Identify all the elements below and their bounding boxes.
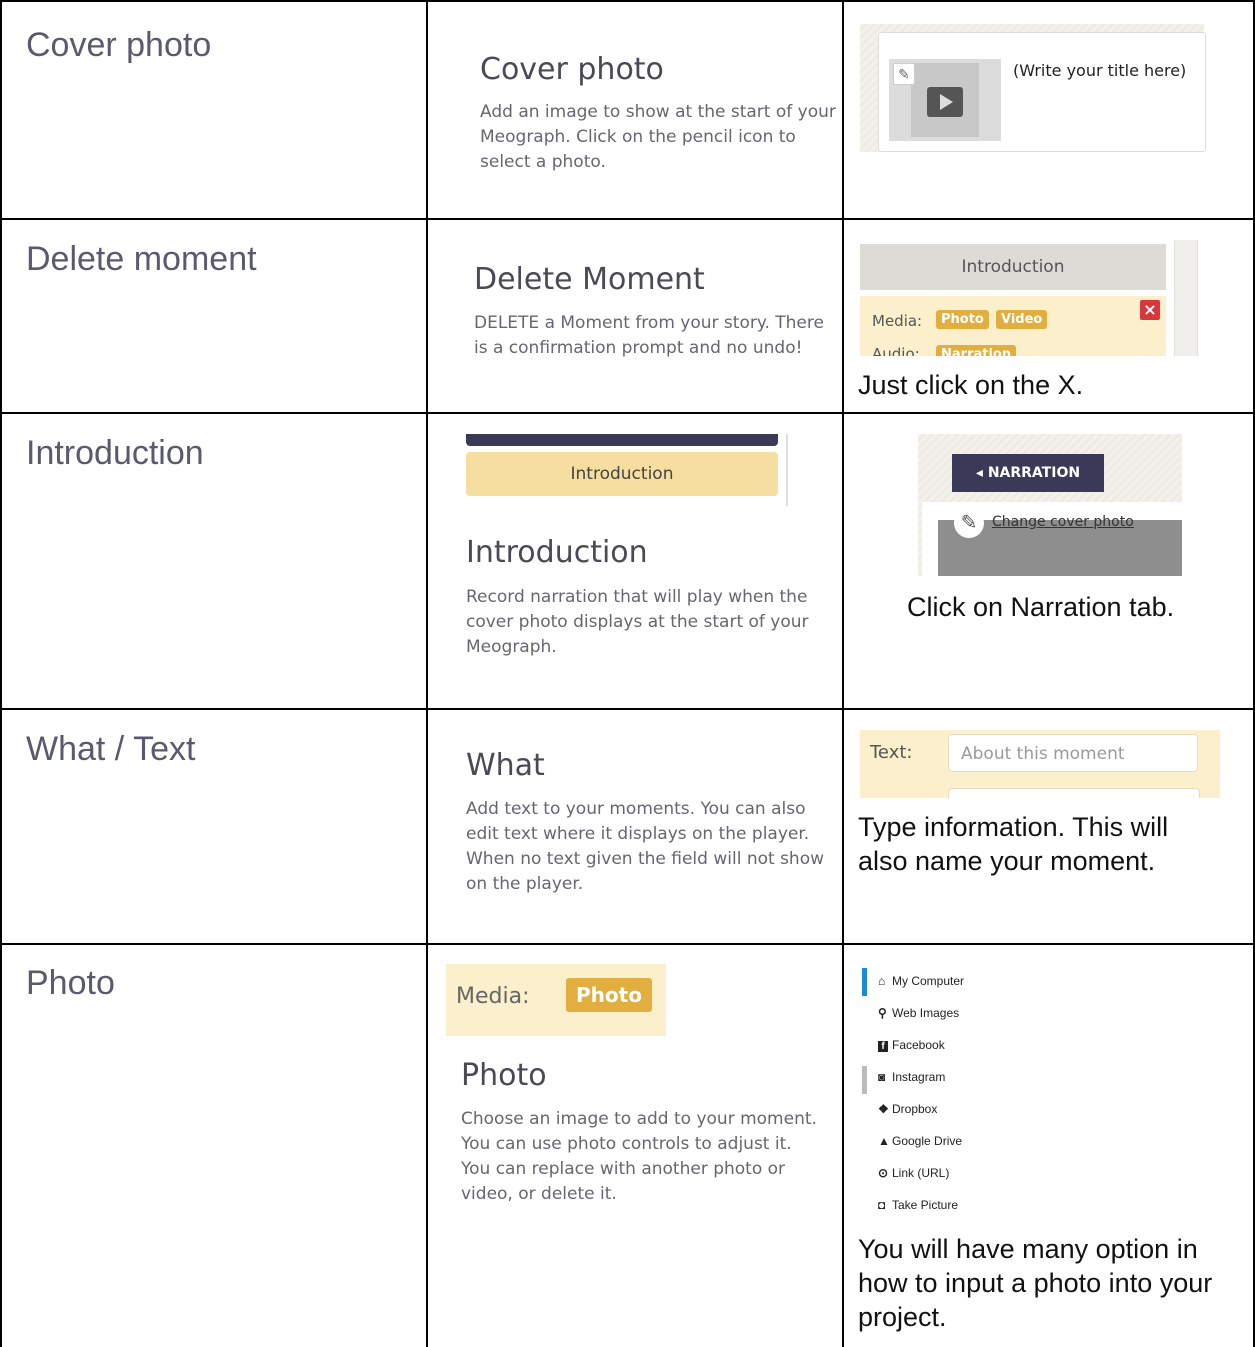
delete-moment-description: DELETE a Moment from your story. There i… xyxy=(474,313,824,358)
cover-photo-description: Add an image to show at the start of you… xyxy=(480,102,836,172)
audio-label: Audio: xyxy=(872,345,920,356)
delete-moment-title: Delete Moment xyxy=(474,262,705,297)
narration-tab-screenshot: ◂ NARRATION ✎ Change cover photo xyxy=(918,434,1182,576)
facebook-icon: f xyxy=(878,1041,888,1052)
what-description: Add text to your moments. You can also e… xyxy=(466,799,825,894)
table-border-col2 xyxy=(842,0,844,1347)
row-divider-2 xyxy=(0,412,1255,414)
cover-photo-card: ✎ (Write your title here) xyxy=(878,32,1206,152)
table-border-col1 xyxy=(426,0,428,1347)
table-border-top xyxy=(0,0,1255,2)
row-divider-4 xyxy=(0,943,1255,945)
about-this-moment-input[interactable]: About this moment xyxy=(948,734,1198,772)
introduction-button-screenshot: Introduction xyxy=(446,434,790,506)
row-label-introduction: Introduction xyxy=(26,434,204,472)
video-play-icon xyxy=(927,87,963,117)
cover-photo-screenshot: ✎ (Write your title here) xyxy=(860,24,1206,152)
row-label-photo: Photo xyxy=(26,964,115,1002)
introduction-description: Record narration that will play when the… xyxy=(466,587,809,657)
dark-bar xyxy=(466,434,778,446)
narration-chip[interactable]: Narration xyxy=(936,345,1017,356)
scroll-indicator xyxy=(862,1066,867,1094)
row-label-delete-moment: Delete moment xyxy=(26,240,257,278)
photo-description: Choose an image to add to your moment. Y… xyxy=(461,1109,817,1204)
pencil-icon[interactable]: ✎ xyxy=(893,63,915,85)
photo-title: Photo xyxy=(461,1058,547,1093)
introduction-note: Click on Narration tab. xyxy=(907,592,1175,622)
text-note-line-1: Type information. This will xyxy=(858,812,1169,842)
source-item-my-computer[interactable]: ⌂ My Computer xyxy=(878,974,964,988)
moment-header[interactable]: Introduction xyxy=(860,244,1166,290)
pencil-icon[interactable]: ✎ xyxy=(954,508,984,538)
source-item-dropbox[interactable]: ❖ Dropbox xyxy=(878,1102,937,1116)
table-border-left xyxy=(0,0,2,1347)
active-indicator xyxy=(862,968,867,996)
home-icon: ⌂ xyxy=(878,974,886,988)
cover-photo-title: Cover photo xyxy=(480,52,664,87)
photo-note-line-2: how to input a photo into your xyxy=(858,1268,1213,1298)
source-item-web-images[interactable]: ⚲ Web Images xyxy=(878,1006,959,1020)
panel-edge xyxy=(786,434,788,506)
photo-note-line-3: project. xyxy=(858,1302,947,1332)
source-label: Instagram xyxy=(892,1070,946,1084)
source-label: My Computer xyxy=(892,974,965,988)
change-cover-photo-link[interactable]: Change cover photo xyxy=(992,514,1134,530)
instagram-icon: ◙ xyxy=(878,1070,886,1084)
second-input[interactable] xyxy=(948,788,1200,798)
source-item-google-drive[interactable]: ▲ Google Drive xyxy=(878,1134,962,1148)
delete-moment-screenshot: Introduction Media: Photo Video Audio: N… xyxy=(860,240,1212,356)
source-label: Web Images xyxy=(892,1006,960,1020)
close-icon[interactable]: × xyxy=(1140,300,1160,320)
dropbox-icon: ❖ xyxy=(878,1102,889,1116)
source-item-instagram[interactable]: ◙ Instagram xyxy=(878,1070,945,1084)
source-item-link-url[interactable]: ⊙ Link (URL) xyxy=(878,1166,949,1180)
photo-chip[interactable]: Photo xyxy=(566,978,652,1012)
cover-photo-thumbnail[interactable]: ✎ xyxy=(889,59,1001,141)
photo-source-menu: ⌂ My Computer ⚲ Web Images f Facebook ◙ Inst… xyxy=(862,964,974,1222)
search-icon: ⚲ xyxy=(878,1006,887,1020)
source-item-take-picture[interactable]: ◘ Take Picture xyxy=(878,1198,958,1212)
camera-icon: ◘ xyxy=(878,1198,886,1212)
text-note-line-2: also name your moment. xyxy=(858,846,1156,876)
source-label: Google Drive xyxy=(892,1134,963,1148)
row-label-cover-photo: Cover photo xyxy=(26,26,212,64)
source-label: Link (URL) xyxy=(892,1166,950,1180)
link-icon: ⊙ xyxy=(878,1166,889,1180)
row-label-what-text: What / Text xyxy=(26,730,196,768)
media-label: Media: xyxy=(872,312,923,330)
media-photo-screenshot: Media: Photo xyxy=(446,964,666,1036)
scroll-strip xyxy=(1174,240,1198,356)
source-label: Take Picture xyxy=(892,1198,959,1212)
google-drive-icon: ▲ xyxy=(878,1134,890,1148)
title-placeholder[interactable]: (Write your title here) xyxy=(1013,61,1186,80)
row-divider-3 xyxy=(0,708,1255,710)
delete-moment-note: Just click on the X. xyxy=(858,370,1084,400)
row-divider-1 xyxy=(0,218,1255,220)
text-field-screenshot: Text: About this moment xyxy=(860,730,1220,798)
narration-tab[interactable]: ◂ NARRATION xyxy=(952,454,1104,492)
text-label: Text: xyxy=(870,742,913,763)
photo-note-line-1: You will have many option in xyxy=(858,1234,1198,1264)
moment-panel: Media: Photo Video Audio: Narration × xyxy=(860,296,1166,356)
video-chip[interactable]: Video xyxy=(996,310,1048,329)
photo-chip[interactable]: Photo xyxy=(936,310,989,329)
source-label: Dropbox xyxy=(892,1102,938,1116)
source-label: Facebook xyxy=(892,1038,945,1052)
introduction-button[interactable]: Introduction xyxy=(466,452,778,496)
source-item-facebook[interactable]: f Facebook xyxy=(878,1038,945,1052)
media-label: Media: xyxy=(456,984,530,1009)
what-title: What xyxy=(466,748,545,783)
introduction-title: Introduction xyxy=(466,535,648,570)
